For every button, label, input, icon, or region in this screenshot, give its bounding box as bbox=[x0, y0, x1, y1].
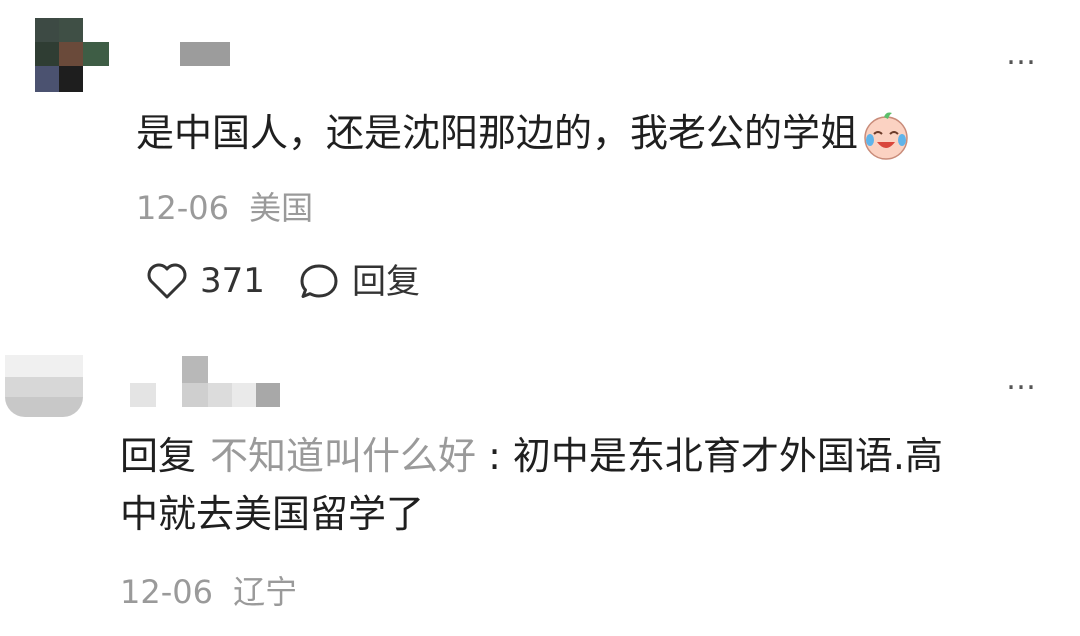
comment-location: 美国 bbox=[249, 189, 314, 227]
reply-prefix: 回复 bbox=[120, 434, 197, 478]
comment-date: 12-06 bbox=[120, 573, 213, 611]
comment-date: 12-06 bbox=[136, 189, 229, 227]
username[interactable] bbox=[130, 356, 280, 408]
username[interactable] bbox=[180, 42, 230, 66]
laughing-crying-emoji-icon bbox=[860, 110, 912, 162]
reply-button[interactable]: 回复 bbox=[298, 262, 420, 302]
reply-text: 回复 不知道叫什么好 : 初中是东北育才外国语.高 中就去美国留学了 bbox=[120, 427, 1070, 543]
reply-text-line2: 中就去美国留学了 bbox=[120, 492, 425, 536]
like-button[interactable]: 371 bbox=[146, 262, 265, 300]
like-count: 371 bbox=[200, 261, 265, 301]
comment-text: 是中国人，还是沈阳那边的，我老公的学姐 bbox=[136, 104, 912, 162]
comment-meta: 12-06 美国 bbox=[136, 192, 313, 224]
avatar[interactable] bbox=[35, 18, 111, 92]
reply-label: 回复 bbox=[352, 262, 420, 302]
reply-separator: : bbox=[476, 434, 501, 478]
heart-icon bbox=[146, 262, 188, 300]
comment-location: 辽宁 bbox=[233, 573, 298, 611]
reply-to-user-link[interactable]: 不知道叫什么好 bbox=[210, 434, 476, 478]
more-options-icon[interactable]: … bbox=[1006, 365, 1037, 395]
comment-bubble-icon bbox=[298, 262, 340, 302]
comment-meta: 12-06 辽宁 bbox=[120, 576, 297, 608]
reply-text-line1: 初中是东北育才外国语.高 bbox=[512, 434, 944, 478]
more-options-icon[interactable]: … bbox=[1006, 40, 1037, 70]
avatar[interactable] bbox=[5, 355, 83, 417]
